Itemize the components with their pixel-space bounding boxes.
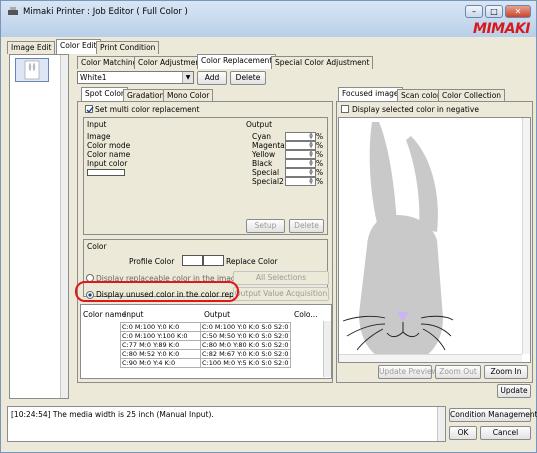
zoom-out-button[interactable]: Zoom Out: [435, 365, 481, 379]
table-header-color-name: Color name: [83, 310, 127, 319]
input-color-label: Input color: [87, 159, 128, 168]
tab-color-matching[interactable]: Color Matching: [77, 56, 142, 69]
rabbit-thumbnail-icon: [24, 60, 40, 80]
output-special-label: Special: [252, 168, 280, 177]
table-cell-output: C:50 M:50 Y:0 K:0 S:0 S2:0: [200, 331, 291, 341]
minimize-button[interactable]: –: [465, 5, 483, 18]
table-cell-input: C:80 M:52 Y:0 K:0: [120, 349, 201, 359]
special2-spinner[interactable]: ▲ ▼: [308, 177, 314, 186]
table-header-output: Output: [204, 310, 231, 319]
table-cell-input: C:0 M:100 Y:100 K:0: [120, 331, 201, 341]
multi-replacement-checkbox[interactable]: [85, 105, 94, 114]
table-row[interactable]: C:77 M:0 Y:89 K:0 C:80 M:0 Y:80 K:0 S:0 S…: [120, 340, 291, 350]
delete-button[interactable]: Delete: [230, 71, 266, 85]
tab-color-replacement[interactable]: Color Replacement: [197, 54, 277, 69]
condition-management-button[interactable]: Condition Management: [449, 408, 537, 422]
zoom-in-button[interactable]: Zoom In: [484, 365, 528, 379]
cancel-button[interactable]: Cancel: [480, 426, 531, 440]
update-preview-button[interactable]: Update Preview: [378, 365, 438, 379]
table-scrollbar[interactable]: [323, 321, 331, 377]
all-selections-button[interactable]: All Selections: [233, 271, 329, 285]
update-button[interactable]: Update: [497, 384, 531, 398]
delete-output-button[interactable]: Delete: [289, 219, 324, 233]
replacement-set-select[interactable]: White1 ▼: [77, 71, 194, 84]
table-row[interactable]: C:80 M:52 Y:0 K:0 C:82 M:67 Y:0 K:0 S:0 S…: [120, 349, 291, 359]
tab-print-condition[interactable]: Print Condition: [96, 41, 160, 54]
mimaki-logo: MIMAKI: [473, 21, 530, 37]
percent-unit: %: [316, 168, 324, 177]
ok-button[interactable]: OK: [449, 426, 477, 440]
table-header-color: Colo...: [294, 310, 318, 319]
log-message: [10:24:54] The media width is 25 inch (M…: [11, 410, 214, 419]
color-group-title: Color: [87, 242, 107, 251]
tab-color-edit[interactable]: Color Edit: [56, 39, 101, 54]
table-cell-output: C:82 M:67 Y:0 K:0 S:0 S2:0: [200, 349, 291, 359]
replace-color-swatch: [203, 255, 224, 266]
output-magenta-label: Magenta: [252, 141, 285, 150]
table-cell-input: C:90 M:0 Y:4 K:0: [120, 358, 201, 368]
table-cell-input: C:0 M:100 Y:0 K:0: [120, 322, 201, 332]
image-preview[interactable]: [338, 117, 531, 364]
setup-button[interactable]: Setup: [246, 219, 285, 233]
output-header: Output: [246, 120, 273, 129]
rabbit-image: [342, 122, 454, 364]
maximize-button[interactable]: □: [485, 5, 503, 18]
replace-color-label: Replace Color: [226, 257, 278, 266]
output-cyan-label: Cyan: [252, 132, 272, 141]
output-black-label: Black: [252, 159, 273, 168]
color-table-grid: C:0 M:100 Y:0 K:0 C:0 M:100 Y:0 K:0 S:0 S…: [120, 322, 291, 368]
thumbnail-item[interactable]: [15, 58, 49, 82]
table-cell-output: C:100 M:0 Y:5 K:0 S:0 S2:0: [200, 358, 291, 368]
add-button[interactable]: Add: [197, 71, 227, 85]
percent-unit: %: [316, 177, 324, 186]
printer-icon: [8, 7, 18, 15]
table-row[interactable]: C:0 M:100 Y:0 K:0 C:0 M:100 Y:0 K:0 S:0 S…: [120, 322, 291, 332]
tab-special-color-adjustment[interactable]: Special Color Adjustment: [271, 56, 374, 69]
table-cell-output: C:0 M:100 Y:0 K:0 S:0 S2:0: [200, 322, 291, 332]
select-value: White1: [80, 73, 107, 82]
table-row[interactable]: C:0 M:100 Y:100 K:0 C:50 M:50 Y:0 K:0 S:0…: [120, 331, 291, 341]
close-button[interactable]: ✕: [505, 5, 531, 18]
negative-label: Display selected color in negative: [352, 105, 479, 114]
tab-focused-image[interactable]: Focused image: [338, 87, 403, 102]
input-color-name-label: Color name: [87, 150, 131, 159]
percent-unit: %: [316, 159, 324, 168]
tab-image-edit[interactable]: Image Edit: [7, 41, 56, 54]
thumbnail-list[interactable]: [9, 54, 69, 399]
preview-hscrollbar[interactable]: [339, 354, 522, 362]
table-header-input: Input: [124, 310, 144, 319]
log-scrollbar[interactable]: [437, 407, 445, 441]
checkmark-icon: [86, 106, 94, 114]
negative-checkbox[interactable]: [341, 105, 349, 113]
thumbnail-scrollbar[interactable]: [60, 55, 68, 398]
table-cell-input: C:77 M:0 Y:89 K:0: [120, 340, 201, 350]
profile-color-label: Profile Color: [129, 257, 175, 266]
app-window: Mimaki Printer : Job Editor ( Full Color…: [0, 0, 537, 453]
highlight-ring: [75, 281, 239, 302]
tab-spot-color[interactable]: Spot Color: [81, 87, 129, 102]
table-row[interactable]: C:90 M:0 Y:4 K:0 C:100 M:0 Y:5 K:0 S:0 S2…: [120, 358, 291, 368]
log-area: [10:24:54] The media width is 25 inch (M…: [7, 406, 446, 442]
output-special2-label: Special2: [252, 177, 284, 186]
percent-unit: %: [316, 141, 324, 150]
profile-color-swatch: [182, 255, 203, 266]
percent-unit: %: [316, 132, 324, 141]
input-header: Input: [87, 120, 107, 129]
table-cell-output: C:80 M:0 Y:80 K:0 S:0 S2:0: [200, 340, 291, 350]
window-title: Mimaki Printer : Job Editor ( Full Color…: [23, 7, 188, 17]
output-value-acquisition-button[interactable]: Output Value Acquisition: [233, 287, 329, 301]
percent-unit: %: [316, 150, 324, 159]
preview-vscrollbar[interactable]: [522, 118, 530, 354]
input-image-label: Image: [87, 132, 111, 141]
title-bar: Mimaki Printer : Job Editor ( Full Color…: [1, 1, 536, 37]
input-color-swatch: [87, 169, 125, 176]
input-color-mode-label: Color mode: [87, 141, 131, 150]
multi-replacement-label: Set multi color replacement: [95, 105, 200, 114]
chevron-down-icon[interactable]: ▼: [182, 72, 193, 83]
output-yellow-label: Yellow: [252, 150, 276, 159]
